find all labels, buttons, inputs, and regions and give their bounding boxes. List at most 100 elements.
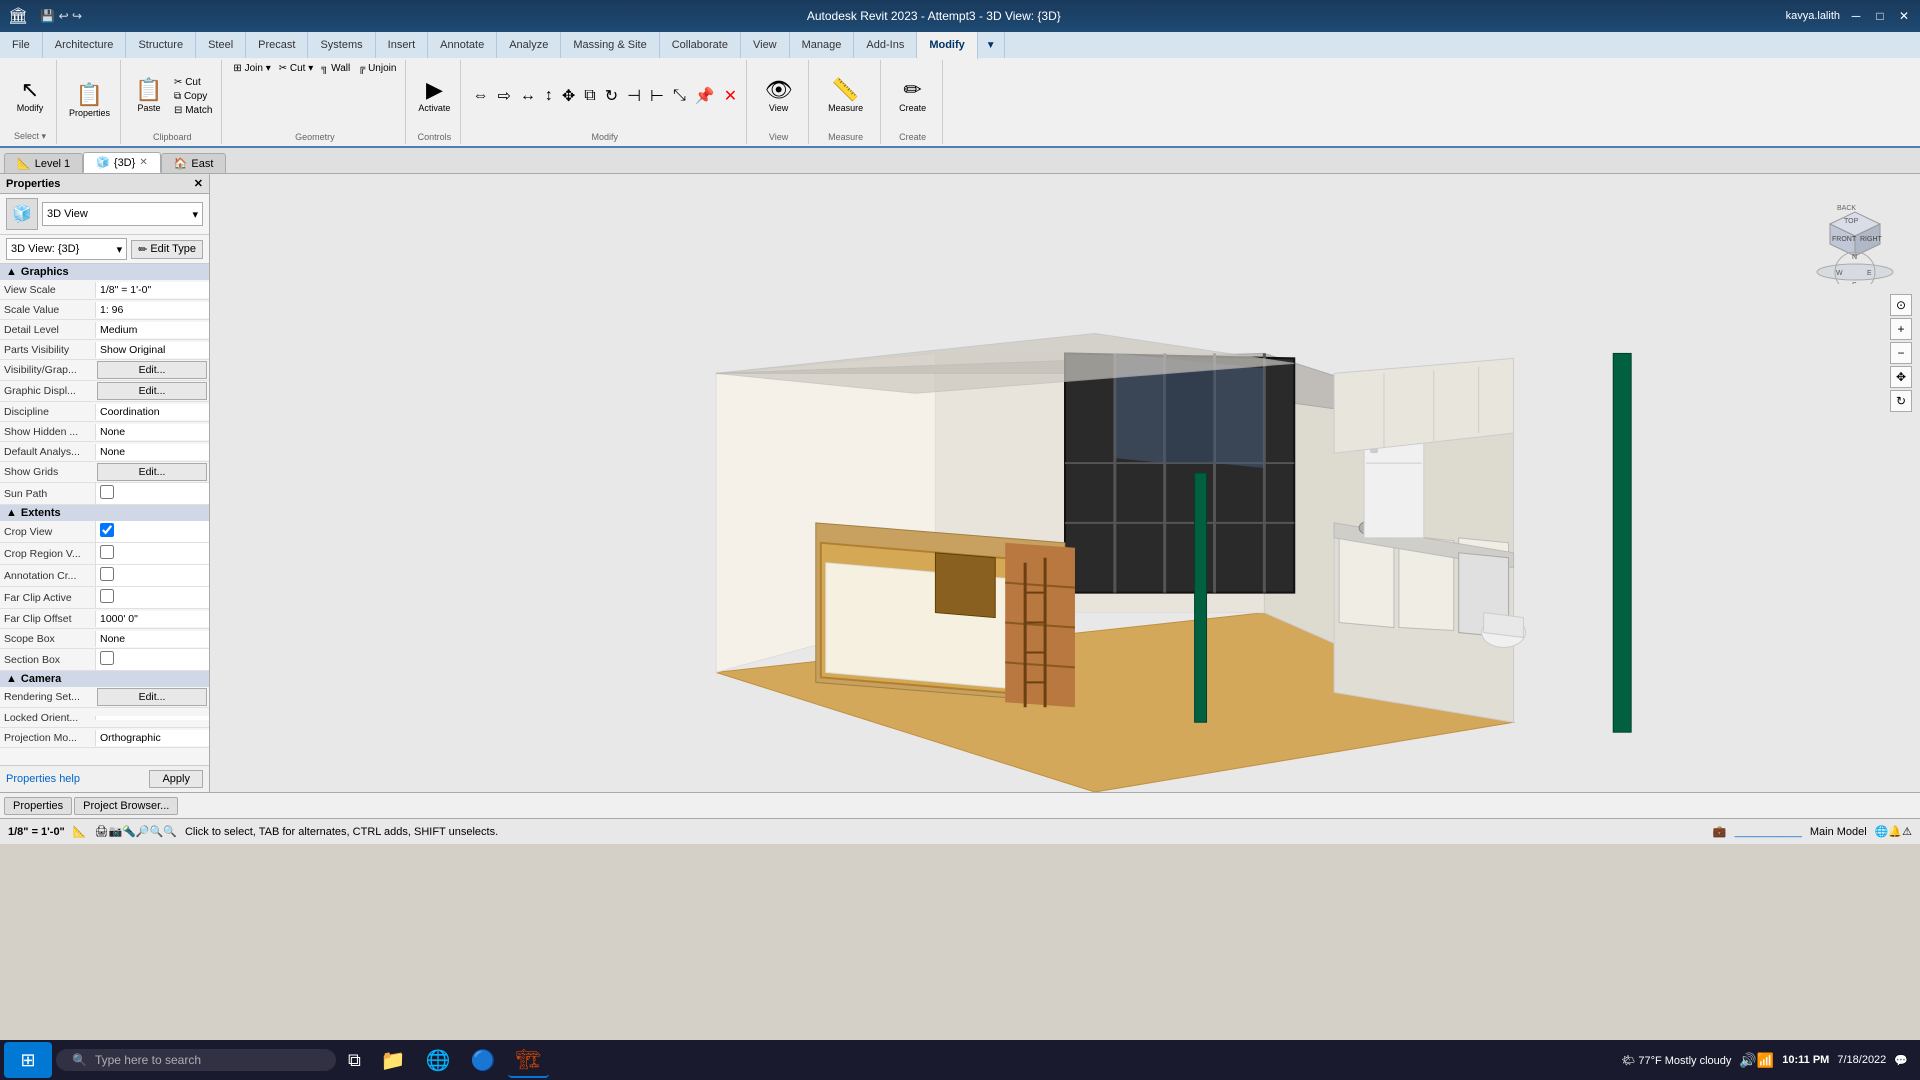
doc-tab-east[interactable]: 🏠 East bbox=[161, 153, 227, 173]
tab-view[interactable]: View bbox=[741, 32, 790, 58]
camera-section-header[interactable]: ▲ Camera bbox=[0, 671, 209, 687]
move-btn[interactable]: ✥ bbox=[559, 85, 578, 107]
visibility-graphics-btn[interactable]: Edit... bbox=[97, 361, 207, 379]
properties-close[interactable]: ✕ bbox=[194, 177, 203, 190]
modify-btn[interactable]: ↖ Modify bbox=[10, 66, 50, 126]
parts-visibility-value[interactable]: Show Original bbox=[95, 342, 209, 358]
sun-path-value[interactable] bbox=[95, 483, 209, 504]
tab-analyze[interactable]: Analyze bbox=[497, 32, 561, 58]
view-scale-value[interactable]: 1/8" = 1'-0" bbox=[95, 282, 209, 298]
cut-btn[interactable]: ✂ Cut bbox=[171, 76, 215, 89]
paste-btn[interactable]: 📋 Paste bbox=[129, 66, 169, 126]
notification-area[interactable]: 💬 bbox=[1894, 1054, 1908, 1067]
tab-file[interactable]: File bbox=[0, 32, 43, 58]
mirror-y-btn[interactable]: ↕ bbox=[542, 86, 556, 106]
offset-btn[interactable]: ⇨ bbox=[494, 85, 513, 107]
section-box-value[interactable] bbox=[95, 649, 209, 670]
projection-mode-value[interactable]: Orthographic bbox=[95, 730, 209, 746]
tab-modify[interactable]: Modify bbox=[917, 32, 977, 60]
project-browser-tab[interactable]: Project Browser... bbox=[74, 797, 178, 815]
minimize-btn[interactable]: ─ bbox=[1848, 8, 1864, 24]
detail-level-value[interactable]: Medium bbox=[95, 322, 209, 338]
show-hidden-value[interactable]: None bbox=[95, 424, 209, 440]
properties-tab[interactable]: Properties bbox=[4, 797, 72, 815]
delete-btn[interactable]: ✕ bbox=[721, 85, 740, 107]
tab-structure[interactable]: Structure bbox=[126, 32, 196, 58]
graphic-display-btn[interactable]: Edit... bbox=[97, 382, 207, 400]
file-explorer-btn[interactable]: 📁 bbox=[373, 1042, 414, 1078]
nav-zoom-in[interactable]: + bbox=[1890, 318, 1912, 340]
start-button[interactable]: ⊞ bbox=[4, 1042, 52, 1078]
rotate-btn[interactable]: ↻ bbox=[602, 85, 621, 107]
type-dropdown[interactable]: 3D View ▾ bbox=[42, 202, 203, 226]
annotation-crop-checkbox[interactable] bbox=[100, 567, 114, 581]
extents-section-header[interactable]: ▲ Extents bbox=[0, 505, 209, 521]
maximize-btn[interactable]: □ bbox=[1872, 8, 1888, 24]
default-analysis-value[interactable]: None bbox=[95, 444, 209, 460]
edge-btn[interactable]: 🔵 bbox=[463, 1042, 504, 1078]
tab-massing[interactable]: Massing & Site bbox=[561, 32, 659, 58]
nav-zoom-full[interactable]: ⊙ bbox=[1890, 294, 1912, 316]
tab-manage[interactable]: Manage bbox=[790, 32, 855, 58]
tab-steel[interactable]: Steel bbox=[196, 32, 246, 58]
tab-precast[interactable]: Precast bbox=[246, 32, 308, 58]
view-ribbon-btn[interactable]: 👁 View bbox=[759, 66, 799, 126]
apply-button[interactable]: Apply bbox=[149, 770, 203, 788]
crop-view-checkbox[interactable] bbox=[100, 523, 114, 537]
rendering-settings-btn[interactable]: Edit... bbox=[97, 688, 207, 706]
tab-systems[interactable]: Systems bbox=[308, 32, 375, 58]
create-ribbon-btn[interactable]: ✏ Create bbox=[893, 66, 933, 126]
tab-collaborate[interactable]: Collaborate bbox=[660, 32, 741, 58]
tab-contextual[interactable]: ▼ bbox=[978, 32, 1005, 58]
task-view-btn[interactable]: ⧉ bbox=[340, 1042, 369, 1078]
nav-pan[interactable]: ✥ bbox=[1890, 366, 1912, 388]
scale-btn[interactable]: ⤡ bbox=[670, 86, 689, 106]
doc-tab-3d[interactable]: 🧊 {3D} ✕ bbox=[83, 152, 161, 173]
crop-view-value[interactable] bbox=[95, 521, 209, 542]
properties-ribbon-btn[interactable]: 📋 Properties bbox=[65, 71, 114, 131]
activate-btn[interactable]: ▶ Activate bbox=[414, 66, 454, 126]
scale-value-value[interactable]: 1: 96 bbox=[95, 302, 209, 318]
3d-view-area[interactable]: TOP FRONT RIGHT BACK N E S W ⊙ + − ✥ ↻ bbox=[210, 174, 1920, 792]
align-btn[interactable]: ⇔ bbox=[469, 86, 491, 106]
graphics-section-header[interactable]: ▲ Graphics bbox=[0, 264, 209, 280]
scope-box-value[interactable]: None bbox=[95, 631, 209, 647]
taskbar-search[interactable]: 🔍 Type here to search bbox=[56, 1049, 336, 1071]
crop-region-value[interactable] bbox=[95, 543, 209, 564]
revit-btn[interactable]: 🏗 bbox=[508, 1042, 549, 1078]
view-cube[interactable]: TOP FRONT RIGHT BACK N E S W bbox=[1810, 194, 1900, 284]
pin-btn[interactable]: 📌 bbox=[692, 85, 718, 107]
nav-rotate[interactable]: ↻ bbox=[1890, 390, 1912, 412]
trim-btn[interactable]: ⊣ bbox=[624, 85, 644, 107]
join-btn[interactable]: ⊞ Join ▾ bbox=[230, 62, 273, 75]
3d-tab-close[interactable]: ✕ bbox=[139, 157, 147, 168]
measure-ribbon-btn[interactable]: 📏 Measure bbox=[824, 66, 867, 126]
matchprop-btn[interactable]: ⊟ Match bbox=[171, 104, 215, 117]
discipline-value[interactable]: Coordination bbox=[95, 404, 209, 420]
chrome-btn[interactable]: 🌐 bbox=[418, 1042, 459, 1078]
copy-modify-btn[interactable]: ⧉ bbox=[581, 86, 598, 106]
far-clip-active-value[interactable] bbox=[95, 587, 209, 608]
wall-join-btn[interactable]: ╗ Wall bbox=[318, 62, 353, 75]
tab-annotate[interactable]: Annotate bbox=[428, 32, 497, 58]
properties-help-link[interactable]: Properties help bbox=[6, 773, 80, 785]
tab-addins[interactable]: Add-Ins bbox=[854, 32, 917, 58]
doc-tab-level1[interactable]: 📐 Level 1 bbox=[4, 153, 83, 173]
section-box-checkbox[interactable] bbox=[100, 651, 114, 665]
sun-path-checkbox[interactable] bbox=[100, 485, 114, 499]
view-selector[interactable]: 3D View: {3D} ▾ bbox=[6, 238, 127, 260]
copy-btn[interactable]: ⧉ Copy bbox=[171, 90, 215, 103]
unjoin-btn[interactable]: ╔ Unjoin bbox=[355, 62, 399, 75]
crop-region-checkbox[interactable] bbox=[100, 545, 114, 559]
tab-architecture[interactable]: Architecture bbox=[43, 32, 127, 58]
cut-geom-btn[interactable]: ✂ Cut ▾ bbox=[276, 62, 317, 75]
locked-orientation-value[interactable] bbox=[95, 716, 209, 720]
far-clip-active-checkbox[interactable] bbox=[100, 589, 114, 603]
mirror-x-btn[interactable]: ↔ bbox=[517, 86, 539, 106]
tab-insert[interactable]: Insert bbox=[376, 32, 429, 58]
far-clip-offset-value[interactable]: 1000' 0" bbox=[95, 611, 209, 627]
close-btn[interactable]: ✕ bbox=[1896, 8, 1912, 24]
split-btn[interactable]: ⊢ bbox=[647, 85, 667, 107]
nav-zoom-out[interactable]: − bbox=[1890, 342, 1912, 364]
edit-type-button[interactable]: ✏ Edit Type bbox=[131, 240, 203, 259]
